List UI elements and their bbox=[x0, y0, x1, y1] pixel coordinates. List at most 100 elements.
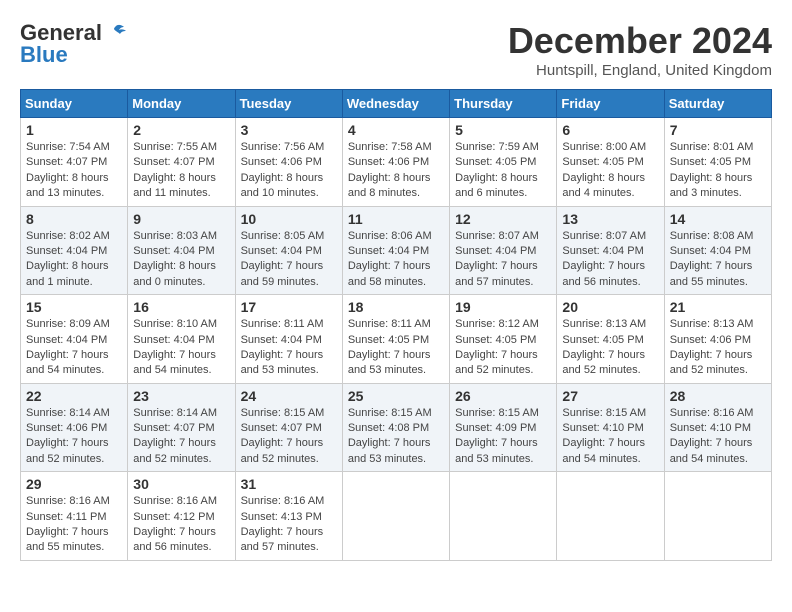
day-info: Sunrise: 8:16 AM Sunset: 4:10 PM Dayligh… bbox=[670, 406, 766, 468]
title-block: December 2024 Huntspill, England, United… bbox=[508, 20, 772, 79]
calendar-cell: 9 Sunrise: 8:03 AM Sunset: 4:04 PM Dayli… bbox=[128, 206, 235, 295]
calendar-week-row: 15 Sunrise: 8:09 AM Sunset: 4:04 PM Dayl… bbox=[21, 295, 772, 384]
col-wednesday: Wednesday bbox=[342, 90, 449, 118]
day-number: 22 bbox=[26, 388, 122, 404]
day-number: 12 bbox=[455, 211, 551, 227]
calendar-cell: 14 Sunrise: 8:08 AM Sunset: 4:04 PM Dayl… bbox=[664, 206, 771, 295]
calendar-week-row: 8 Sunrise: 8:02 AM Sunset: 4:04 PM Dayli… bbox=[21, 206, 772, 295]
day-number: 27 bbox=[562, 388, 658, 404]
day-info: Sunrise: 8:01 AM Sunset: 4:05 PM Dayligh… bbox=[670, 140, 766, 202]
day-number: 9 bbox=[133, 211, 229, 227]
day-number: 24 bbox=[241, 388, 337, 404]
day-info: Sunrise: 8:13 AM Sunset: 4:05 PM Dayligh… bbox=[562, 317, 658, 379]
calendar-cell: 26 Sunrise: 8:15 AM Sunset: 4:09 PM Dayl… bbox=[450, 383, 557, 472]
calendar-cell: 22 Sunrise: 8:14 AM Sunset: 4:06 PM Dayl… bbox=[21, 383, 128, 472]
day-number: 20 bbox=[562, 299, 658, 315]
day-info: Sunrise: 8:02 AM Sunset: 4:04 PM Dayligh… bbox=[26, 229, 122, 291]
day-number: 4 bbox=[348, 122, 444, 138]
day-info: Sunrise: 8:00 AM Sunset: 4:05 PM Dayligh… bbox=[562, 140, 658, 202]
day-info: Sunrise: 8:05 AM Sunset: 4:04 PM Dayligh… bbox=[241, 229, 337, 291]
calendar-cell: 31 Sunrise: 8:16 AM Sunset: 4:13 PM Dayl… bbox=[235, 472, 342, 561]
calendar-cell: 25 Sunrise: 8:15 AM Sunset: 4:08 PM Dayl… bbox=[342, 383, 449, 472]
calendar-cell: 18 Sunrise: 8:11 AM Sunset: 4:05 PM Dayl… bbox=[342, 295, 449, 384]
day-info: Sunrise: 8:16 AM Sunset: 4:11 PM Dayligh… bbox=[26, 494, 122, 556]
day-info: Sunrise: 8:09 AM Sunset: 4:04 PM Dayligh… bbox=[26, 317, 122, 379]
calendar-cell: 20 Sunrise: 8:13 AM Sunset: 4:05 PM Dayl… bbox=[557, 295, 664, 384]
calendar-week-row: 1 Sunrise: 7:54 AM Sunset: 4:07 PM Dayli… bbox=[21, 118, 772, 207]
day-number: 30 bbox=[133, 476, 229, 492]
logo: General Blue bbox=[20, 20, 126, 68]
col-friday: Friday bbox=[557, 90, 664, 118]
day-info: Sunrise: 7:58 AM Sunset: 4:06 PM Dayligh… bbox=[348, 140, 444, 202]
day-info: Sunrise: 7:56 AM Sunset: 4:06 PM Dayligh… bbox=[241, 140, 337, 202]
day-info: Sunrise: 8:11 AM Sunset: 4:05 PM Dayligh… bbox=[348, 317, 444, 379]
day-info: Sunrise: 8:07 AM Sunset: 4:04 PM Dayligh… bbox=[562, 229, 658, 291]
day-number: 11 bbox=[348, 211, 444, 227]
day-info: Sunrise: 8:08 AM Sunset: 4:04 PM Dayligh… bbox=[670, 229, 766, 291]
calendar-cell: 23 Sunrise: 8:14 AM Sunset: 4:07 PM Dayl… bbox=[128, 383, 235, 472]
day-info: Sunrise: 8:16 AM Sunset: 4:13 PM Dayligh… bbox=[241, 494, 337, 556]
calendar-cell: 21 Sunrise: 8:13 AM Sunset: 4:06 PM Dayl… bbox=[664, 295, 771, 384]
calendar-cell bbox=[450, 472, 557, 561]
day-number: 17 bbox=[241, 299, 337, 315]
col-monday: Monday bbox=[128, 90, 235, 118]
calendar-cell: 15 Sunrise: 8:09 AM Sunset: 4:04 PM Dayl… bbox=[21, 295, 128, 384]
day-info: Sunrise: 7:54 AM Sunset: 4:07 PM Dayligh… bbox=[26, 140, 122, 202]
logo-bird-icon bbox=[104, 22, 126, 44]
logo-blue-text: Blue bbox=[20, 42, 68, 68]
calendar-cell: 24 Sunrise: 8:15 AM Sunset: 4:07 PM Dayl… bbox=[235, 383, 342, 472]
day-info: Sunrise: 8:07 AM Sunset: 4:04 PM Dayligh… bbox=[455, 229, 551, 291]
day-info: Sunrise: 8:13 AM Sunset: 4:06 PM Dayligh… bbox=[670, 317, 766, 379]
day-number: 2 bbox=[133, 122, 229, 138]
calendar-cell: 4 Sunrise: 7:58 AM Sunset: 4:06 PM Dayli… bbox=[342, 118, 449, 207]
calendar-cell: 3 Sunrise: 7:56 AM Sunset: 4:06 PM Dayli… bbox=[235, 118, 342, 207]
day-number: 13 bbox=[562, 211, 658, 227]
day-info: Sunrise: 8:15 AM Sunset: 4:09 PM Dayligh… bbox=[455, 406, 551, 468]
location: Huntspill, England, United Kingdom bbox=[508, 62, 772, 79]
calendar-cell: 8 Sunrise: 8:02 AM Sunset: 4:04 PM Dayli… bbox=[21, 206, 128, 295]
day-info: Sunrise: 8:14 AM Sunset: 4:07 PM Dayligh… bbox=[133, 406, 229, 468]
calendar-cell bbox=[557, 472, 664, 561]
calendar-cell: 29 Sunrise: 8:16 AM Sunset: 4:11 PM Dayl… bbox=[21, 472, 128, 561]
page-header: General Blue December 2024 Huntspill, En… bbox=[20, 20, 772, 79]
calendar-cell: 2 Sunrise: 7:55 AM Sunset: 4:07 PM Dayli… bbox=[128, 118, 235, 207]
calendar-cell: 1 Sunrise: 7:54 AM Sunset: 4:07 PM Dayli… bbox=[21, 118, 128, 207]
month-title: December 2024 bbox=[508, 20, 772, 62]
day-info: Sunrise: 8:16 AM Sunset: 4:12 PM Dayligh… bbox=[133, 494, 229, 556]
calendar-cell: 13 Sunrise: 8:07 AM Sunset: 4:04 PM Dayl… bbox=[557, 206, 664, 295]
day-number: 8 bbox=[26, 211, 122, 227]
calendar-header-row: Sunday Monday Tuesday Wednesday Thursday… bbox=[21, 90, 772, 118]
day-number: 25 bbox=[348, 388, 444, 404]
calendar-cell: 7 Sunrise: 8:01 AM Sunset: 4:05 PM Dayli… bbox=[664, 118, 771, 207]
calendar-week-row: 22 Sunrise: 8:14 AM Sunset: 4:06 PM Dayl… bbox=[21, 383, 772, 472]
day-info: Sunrise: 8:12 AM Sunset: 4:05 PM Dayligh… bbox=[455, 317, 551, 379]
day-number: 28 bbox=[670, 388, 766, 404]
day-number: 15 bbox=[26, 299, 122, 315]
day-info: Sunrise: 8:06 AM Sunset: 4:04 PM Dayligh… bbox=[348, 229, 444, 291]
col-sunday: Sunday bbox=[21, 90, 128, 118]
calendar-cell: 12 Sunrise: 8:07 AM Sunset: 4:04 PM Dayl… bbox=[450, 206, 557, 295]
calendar-cell: 10 Sunrise: 8:05 AM Sunset: 4:04 PM Dayl… bbox=[235, 206, 342, 295]
calendar-cell: 19 Sunrise: 8:12 AM Sunset: 4:05 PM Dayl… bbox=[450, 295, 557, 384]
day-number: 10 bbox=[241, 211, 337, 227]
calendar-cell bbox=[664, 472, 771, 561]
calendar-cell: 28 Sunrise: 8:16 AM Sunset: 4:10 PM Dayl… bbox=[664, 383, 771, 472]
col-tuesday: Tuesday bbox=[235, 90, 342, 118]
calendar-cell: 30 Sunrise: 8:16 AM Sunset: 4:12 PM Dayl… bbox=[128, 472, 235, 561]
day-number: 18 bbox=[348, 299, 444, 315]
day-info: Sunrise: 8:14 AM Sunset: 4:06 PM Dayligh… bbox=[26, 406, 122, 468]
day-info: Sunrise: 7:59 AM Sunset: 4:05 PM Dayligh… bbox=[455, 140, 551, 202]
calendar-cell: 5 Sunrise: 7:59 AM Sunset: 4:05 PM Dayli… bbox=[450, 118, 557, 207]
day-info: Sunrise: 8:15 AM Sunset: 4:08 PM Dayligh… bbox=[348, 406, 444, 468]
calendar-cell: 6 Sunrise: 8:00 AM Sunset: 4:05 PM Dayli… bbox=[557, 118, 664, 207]
day-info: Sunrise: 8:11 AM Sunset: 4:04 PM Dayligh… bbox=[241, 317, 337, 379]
day-info: Sunrise: 8:15 AM Sunset: 4:10 PM Dayligh… bbox=[562, 406, 658, 468]
day-number: 7 bbox=[670, 122, 766, 138]
calendar-cell bbox=[342, 472, 449, 561]
day-number: 1 bbox=[26, 122, 122, 138]
day-info: Sunrise: 7:55 AM Sunset: 4:07 PM Dayligh… bbox=[133, 140, 229, 202]
day-info: Sunrise: 8:10 AM Sunset: 4:04 PM Dayligh… bbox=[133, 317, 229, 379]
day-number: 23 bbox=[133, 388, 229, 404]
calendar-table: Sunday Monday Tuesday Wednesday Thursday… bbox=[20, 89, 772, 561]
col-thursday: Thursday bbox=[450, 90, 557, 118]
